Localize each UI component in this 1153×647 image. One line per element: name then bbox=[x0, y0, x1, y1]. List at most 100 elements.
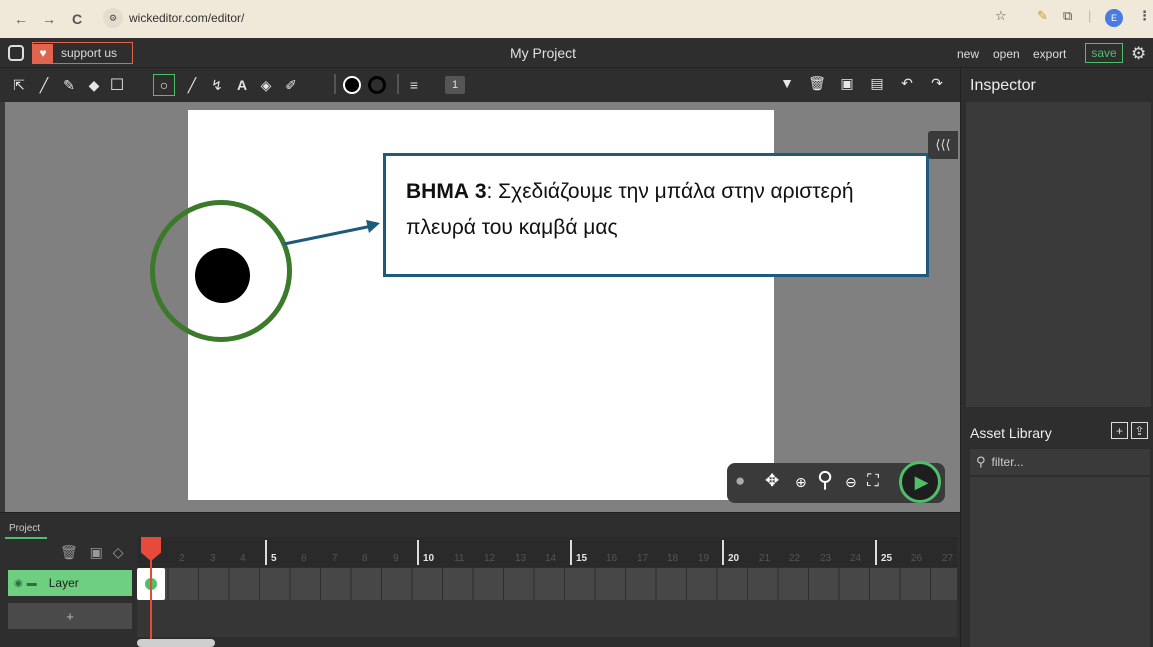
zoom-out-icon[interactable]: ⊖ bbox=[845, 474, 857, 491]
gear-icon[interactable]: ⚙ bbox=[1131, 44, 1146, 64]
add-asset-icon[interactable]: + bbox=[1111, 422, 1128, 439]
upload-asset-icon[interactable]: ⇪ bbox=[1131, 422, 1148, 439]
line-width-icon: ≡ bbox=[409, 77, 419, 93]
frame-number: 23 bbox=[820, 553, 832, 564]
frame-number: 17 bbox=[637, 553, 649, 564]
delete-icon[interactable]: 🗑 bbox=[808, 74, 826, 92]
layer-name: Layer bbox=[48, 576, 79, 590]
toolbar-divider: | bbox=[1088, 8, 1092, 23]
timeline-scrollbar[interactable] bbox=[137, 639, 215, 647]
more-menu-icon[interactable]: ⋮ bbox=[1138, 8, 1151, 24]
frame-number: 22 bbox=[789, 553, 801, 564]
frame-number: 24 bbox=[850, 553, 862, 564]
frame-number: 6 bbox=[301, 553, 307, 564]
frame-number: 26 bbox=[911, 553, 923, 564]
line-width-input[interactable]: 1 bbox=[445, 76, 465, 94]
cursor-tool-icon[interactable]: ⇱ bbox=[10, 76, 28, 94]
frame-tick bbox=[875, 540, 877, 565]
stroke-color-swatch[interactable] bbox=[368, 76, 386, 94]
asset-filter-input[interactable]: ⚲ filter... bbox=[970, 449, 1150, 475]
bookmark-star-icon[interactable]: ☆ bbox=[995, 8, 1007, 24]
reload-button[interactable]: C bbox=[66, 8, 88, 30]
frame-number: 9 bbox=[393, 553, 399, 564]
frame-number: 10 bbox=[423, 553, 435, 564]
delete-layer-icon[interactable]: 🗑 bbox=[60, 544, 78, 560]
brush-tool-icon[interactable]: ╱ bbox=[35, 76, 53, 94]
frame-number: 25 bbox=[881, 553, 893, 564]
save-button[interactable]: save bbox=[1085, 43, 1123, 63]
asset-library-panel: Asset Library + ⇪ ⚲ filter... bbox=[960, 411, 1153, 647]
inspector-body bbox=[966, 102, 1151, 407]
collapse-panel-icon[interactable]: ⟨⟨⟨ bbox=[928, 131, 958, 159]
visibility-icon[interactable]: ◉ bbox=[14, 578, 23, 589]
path-tool-icon[interactable]: ↯ bbox=[208, 76, 226, 94]
filter-placeholder: filter... bbox=[991, 455, 1024, 469]
step-label: ΒΗΜΑ 3 bbox=[406, 180, 487, 203]
site-info-icon[interactable]: ⚙ bbox=[103, 8, 123, 28]
redo-icon[interactable]: ↷ bbox=[928, 74, 946, 92]
frame-number: 4 bbox=[240, 553, 246, 564]
frame-number: 3 bbox=[210, 553, 216, 564]
onion-skin-icon[interactable]: ● bbox=[735, 471, 745, 491]
paste-icon[interactable]: ▤ bbox=[868, 74, 886, 92]
extensions-icon[interactable]: ⧉ bbox=[1063, 8, 1072, 24]
keyframe-icon[interactable]: ◇ bbox=[113, 544, 124, 560]
callout-arrow bbox=[283, 220, 380, 246]
frame-number: 21 bbox=[759, 553, 771, 564]
inspector-title: Inspector bbox=[970, 77, 1036, 94]
toolbar-divider bbox=[334, 74, 336, 94]
copy-icon[interactable]: ▣ bbox=[838, 74, 856, 92]
pen-extension-icon[interactable]: ✎ bbox=[1037, 8, 1048, 24]
layer-settings-icon[interactable]: ▣ bbox=[90, 544, 103, 560]
undo-icon[interactable]: ↶ bbox=[898, 74, 916, 92]
frame-number: 15 bbox=[576, 553, 588, 564]
eyedropper-tool-icon[interactable]: ✐ bbox=[282, 76, 300, 94]
frame-number: 5 bbox=[271, 553, 277, 564]
dropdown-arrow-icon[interactable]: ▼ bbox=[778, 74, 796, 92]
tab-project[interactable]: Project bbox=[5, 517, 47, 539]
toolbar-divider bbox=[397, 74, 399, 94]
recenter-icon[interactable]: ⛶ bbox=[867, 471, 879, 491]
frame-tick bbox=[722, 540, 724, 565]
rectangle-tool-icon[interactable]: ☐ bbox=[108, 76, 126, 94]
callout-text: ΒΗΜΑ 3: Σχεδιάζουμε την μπάλα στην αριστ… bbox=[406, 174, 906, 245]
pan-icon[interactable]: ✥ bbox=[765, 471, 779, 491]
url-text: wickeditor.com/editor/ bbox=[129, 11, 245, 25]
ellipse-tool-icon[interactable]: ○ bbox=[153, 74, 175, 96]
highlight-ring bbox=[150, 200, 292, 342]
frame-tick bbox=[265, 540, 267, 565]
fill-bucket-tool-icon[interactable]: ◈ bbox=[257, 76, 275, 94]
project-title[interactable]: My Project bbox=[0, 45, 1086, 61]
asset-library-title: Asset Library bbox=[970, 425, 1052, 441]
frame-tick bbox=[570, 540, 572, 565]
pencil-tool-icon[interactable]: ✎ bbox=[60, 76, 78, 94]
eraser-tool-icon[interactable]: ◆ bbox=[85, 76, 103, 94]
editor-header: ♥ support us My Project new open export … bbox=[0, 38, 1153, 68]
lock-icon[interactable]: ▬ bbox=[27, 578, 37, 589]
frame-number: 19 bbox=[698, 553, 710, 564]
inspector-panel: Inspector bbox=[960, 68, 1153, 411]
search-icon: ⚲ bbox=[976, 454, 986, 469]
frame-number: 27 bbox=[942, 553, 954, 564]
address-bar[interactable]: ⚙ wickeditor.com/editor/ bbox=[103, 6, 983, 30]
zoom-in-icon[interactable]: ⊕ bbox=[795, 474, 807, 491]
zoom-icon[interactable]: ⚲ bbox=[817, 467, 833, 493]
back-button[interactable]: ← bbox=[10, 8, 32, 30]
text-tool-icon[interactable]: A bbox=[233, 76, 251, 94]
frame-grid[interactable] bbox=[137, 568, 957, 600]
playhead-line bbox=[150, 558, 152, 647]
add-layer-button[interactable]: + bbox=[8, 603, 132, 629]
play-button[interactable]: ▶ bbox=[899, 461, 941, 503]
new-button[interactable]: new bbox=[957, 47, 979, 61]
open-button[interactable]: open bbox=[993, 47, 1020, 61]
line-tool-icon[interactable]: ╱ bbox=[183, 76, 201, 94]
export-button[interactable]: export bbox=[1033, 47, 1066, 61]
fill-color-swatch[interactable] bbox=[343, 76, 361, 94]
layer-row[interactable]: ◉ ▬ Layer bbox=[8, 570, 132, 596]
forward-button[interactable]: → bbox=[38, 8, 60, 30]
frame-number: 13 bbox=[515, 553, 527, 564]
profile-avatar[interactable]: E bbox=[1105, 9, 1123, 27]
frame-number: 20 bbox=[728, 553, 740, 564]
frame-grid-empty bbox=[137, 600, 957, 637]
tool-bar: ⇱ ╱ ✎ ◆ ☐ ○ ╱ ↯ A ◈ ✐ ▼ 🗑 ▣ ▤ ↶ ↷ bbox=[0, 68, 960, 102]
